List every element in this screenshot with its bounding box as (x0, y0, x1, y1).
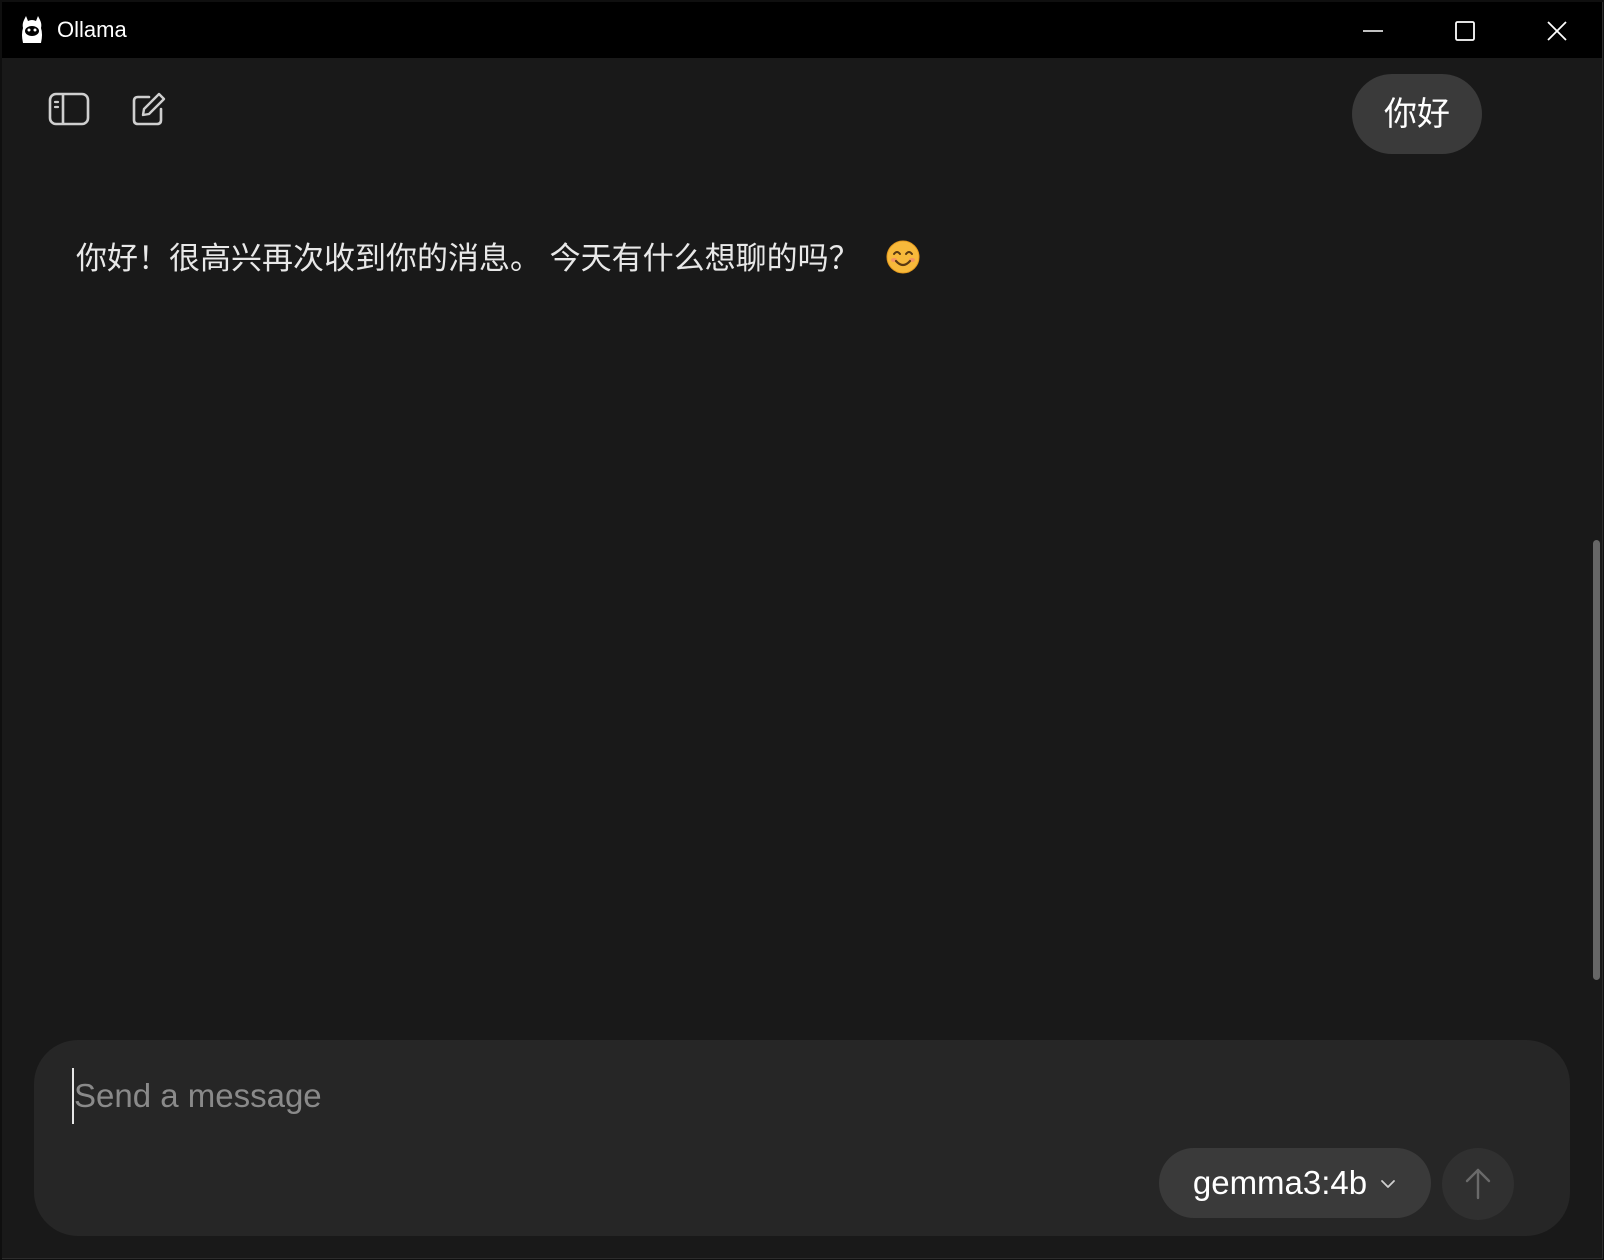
assistant-message: 你好！很高兴再次收到你的消息。 今天有什么想聊的吗？ (76, 238, 920, 280)
message-composer: gemma3:4b (34, 1040, 1570, 1236)
chevron-down-icon (1381, 1180, 1396, 1188)
message-input[interactable] (72, 1068, 1514, 1124)
smiling-face-emoji-icon (886, 240, 920, 274)
model-select-label: gemma3:4b (1192, 1164, 1368, 1201)
llama-icon (19, 16, 45, 44)
user-message-bubble: 你好 (1352, 74, 1482, 154)
model-select-dropdown[interactable]: gemma3:4b (1159, 1148, 1431, 1218)
close-button[interactable] (1511, 2, 1602, 58)
new-chat-icon (132, 92, 166, 126)
maximize-icon (1455, 21, 1475, 41)
window-title: Ollama (57, 17, 127, 42)
sidebar-toggle-button[interactable] (47, 90, 91, 128)
minimize-icon (1363, 30, 1383, 32)
close-icon (1547, 21, 1567, 41)
maximize-button[interactable] (1419, 2, 1511, 58)
title-bar: Ollama (2, 2, 1602, 58)
chat-scrollbar-thumb[interactable] (1593, 540, 1600, 980)
assistant-message-text: 你好！很高兴再次收到你的消息。 今天有什么想聊的吗？ (76, 241, 860, 276)
new-chat-button[interactable] (129, 90, 173, 128)
sidebar-toggle-icon (48, 92, 90, 126)
minimize-button[interactable] (1327, 2, 1419, 58)
app-window: Ollama 你好 你好！很高兴再次收到你的消息。 今天有什么想聊的吗？ Sen… (2, 2, 1603, 1259)
arrow-up-icon (1465, 1168, 1491, 1200)
send-button[interactable] (1442, 1148, 1514, 1220)
